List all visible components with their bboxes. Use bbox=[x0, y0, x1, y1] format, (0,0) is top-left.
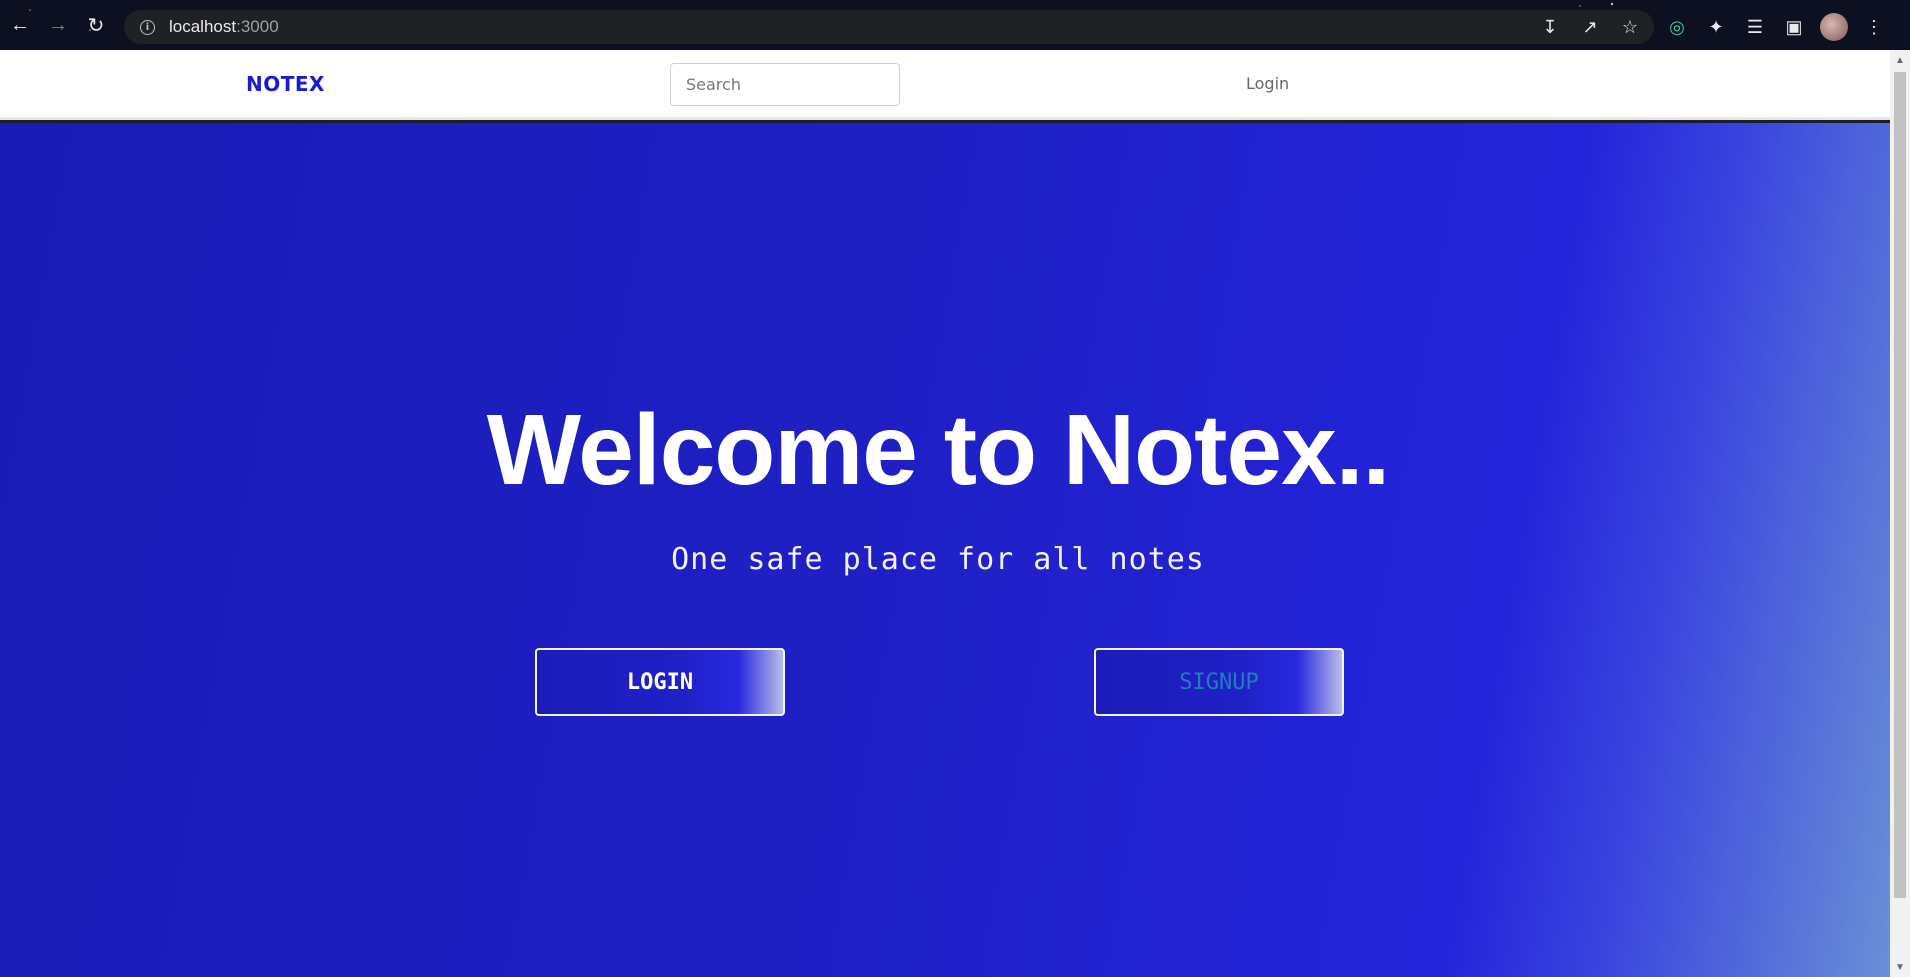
puzzle-extensions-icon[interactable]: ✦ bbox=[1703, 17, 1729, 38]
browser-toolbar: ← → ↻ i localhost:3000 ↧ ↗ ☆ ◎ ✦ ☰ ▣ ⋮ bbox=[0, 0, 1910, 50]
url-text[interactable]: localhost:3000 bbox=[169, 17, 279, 37]
reload-icon[interactable]: ↻ bbox=[78, 7, 114, 43]
address-bar-actions: ↧ ↗ ☆ bbox=[1538, 10, 1642, 44]
signup-button[interactable]: SIGNUP bbox=[1094, 648, 1344, 716]
extension-target-icon[interactable]: ◎ bbox=[1664, 17, 1690, 38]
login-button[interactable]: LOGIN bbox=[535, 648, 785, 716]
scroll-down-arrow-icon[interactable]: ▼ bbox=[1890, 959, 1910, 975]
site-info-icon[interactable]: i bbox=[140, 19, 155, 35]
media-queue-icon[interactable]: ☰ bbox=[1742, 17, 1768, 38]
hero-section: Welcome to Notex.. One safe place for al… bbox=[0, 123, 1890, 977]
share-icon[interactable]: ↗ bbox=[1578, 17, 1602, 38]
url-host: localhost bbox=[169, 17, 237, 36]
page-viewport: NOTEX Login Welcome to Notex.. One safe … bbox=[0, 50, 1890, 977]
page-scrollbar[interactable]: ▲ ▼ bbox=[1890, 50, 1910, 977]
url-port: :3000 bbox=[236, 17, 279, 36]
forward-arrow-icon[interactable]: → bbox=[40, 7, 76, 43]
hero-title: Welcome to Notex.. bbox=[486, 394, 1391, 506]
back-arrow-icon[interactable]: ← bbox=[2, 7, 38, 43]
site-navbar: NOTEX Login bbox=[0, 50, 1890, 120]
extensions-area: ◎ ✦ ☰ ▣ ⋮ bbox=[1664, 10, 1887, 44]
address-bar[interactable]: i localhost:3000 ↧ ↗ ☆ bbox=[124, 10, 1654, 44]
side-panel-icon[interactable]: ▣ bbox=[1781, 17, 1807, 38]
brand-logo[interactable]: NOTEX bbox=[246, 72, 325, 96]
nav-login-link[interactable]: Login bbox=[1246, 74, 1289, 93]
scroll-up-arrow-icon[interactable]: ▲ bbox=[1890, 52, 1910, 68]
more-menu-icon[interactable]: ⋮ bbox=[1861, 17, 1887, 38]
hero-subtitle: One safe place for all notes bbox=[671, 542, 1205, 577]
profile-avatar[interactable] bbox=[1820, 13, 1848, 41]
scroll-thumb[interactable] bbox=[1894, 72, 1906, 898]
search-input[interactable] bbox=[670, 63, 900, 106]
star-icon[interactable]: ☆ bbox=[1618, 17, 1642, 38]
install-app-icon[interactable]: ↧ bbox=[1538, 17, 1562, 38]
